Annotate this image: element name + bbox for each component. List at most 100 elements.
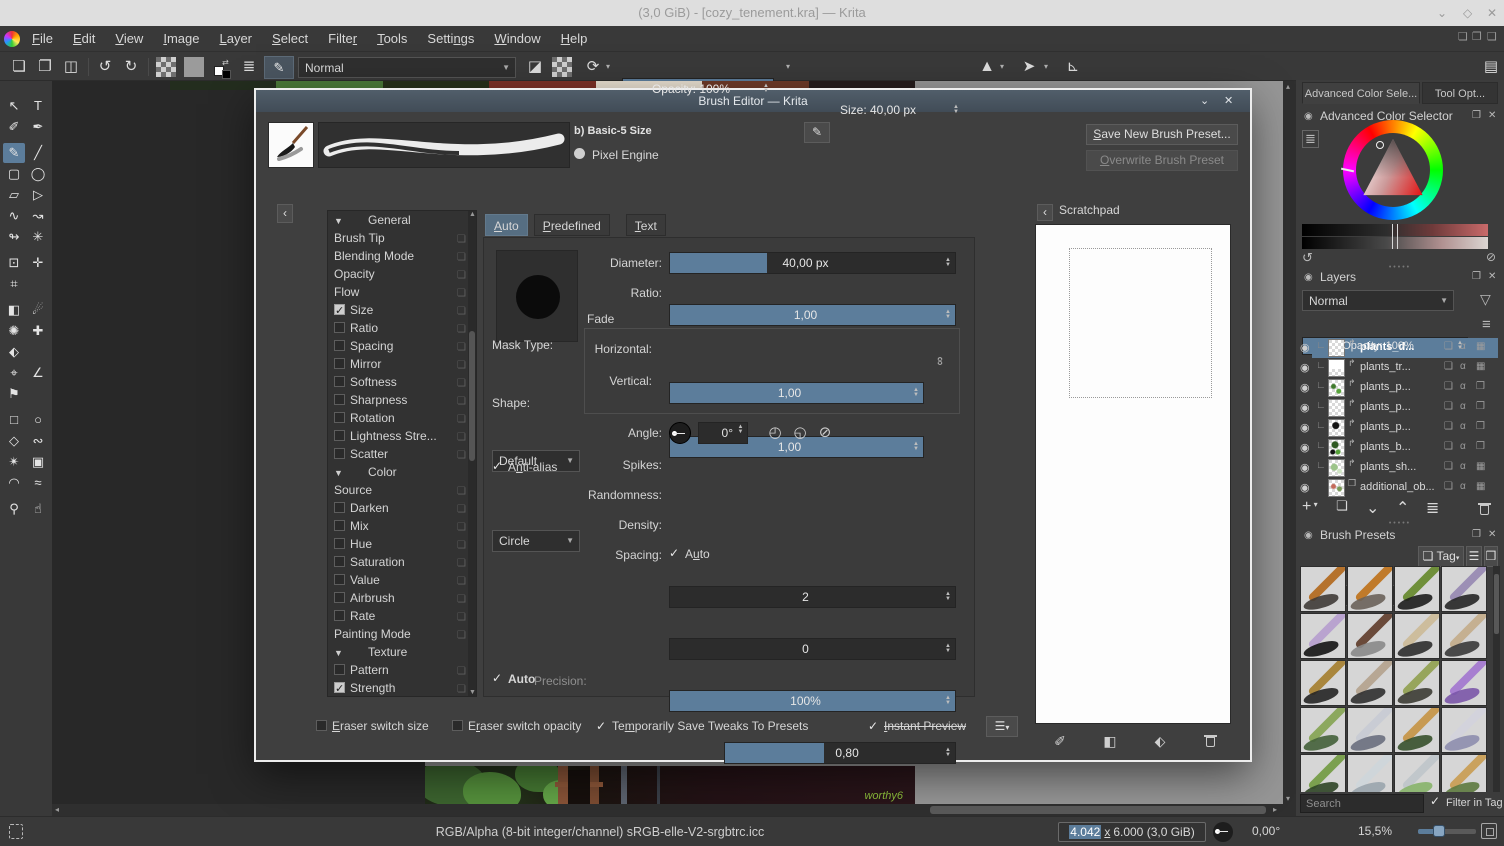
vertical-scrollbar[interactable]: ▴ ▾ xyxy=(1283,81,1296,816)
visibility-eye-icon[interactable]: ◉ xyxy=(1300,361,1310,374)
spinner-arrows-icon[interactable]: ▲ ▼ xyxy=(942,253,954,273)
close-docker-icon[interactable]: ✕ xyxy=(1488,110,1496,121)
zoom-tool[interactable]: ⚲ xyxy=(3,499,25,519)
presets-scrollbar[interactable] xyxy=(1493,566,1500,792)
eraser-switch-opacity-checkbox[interactable]: Eraser switch opacity xyxy=(452,718,581,734)
ellipse-tool[interactable]: ◯ xyxy=(27,164,49,184)
gradient-chooser-icon[interactable] xyxy=(156,57,176,77)
brush-preset-thumbnail[interactable] xyxy=(1347,566,1393,612)
alpha-lock-icon[interactable]: α xyxy=(1460,461,1466,472)
brush-preset-thumbnail[interactable] xyxy=(1394,613,1440,659)
inherit-alpha-icon[interactable]: ❒ xyxy=(1476,441,1485,452)
filter-in-tag-checkbox[interactable]: Filter in Tag xyxy=(1430,794,1503,809)
menu-file[interactable]: File xyxy=(22,26,63,52)
spinner-arrows-icon[interactable]: ▲ ▼ xyxy=(910,383,922,403)
calligraphy-tool[interactable]: ✒ xyxy=(27,117,49,137)
options-scrollbar[interactable]: ▲ ▼ xyxy=(468,211,476,696)
brush-option-airbrush[interactable]: Airbrush ❏ xyxy=(328,589,476,607)
alpha-lock-icon[interactable]: α xyxy=(1460,481,1466,492)
layer-lock-icon[interactable]: ❏ xyxy=(1444,361,1453,372)
tag-button[interactable]: ❏ Tag▾ xyxy=(1418,546,1464,567)
brush-option-opacity[interactable]: Opacity ❏ xyxy=(328,265,476,283)
brush-preset-thumbnail[interactable] xyxy=(1347,660,1393,706)
inherit-alpha-icon[interactable]: ▦ xyxy=(1476,341,1485,352)
spinner-arrows-icon[interactable]: ▲ ▼ xyxy=(942,305,954,325)
layer-row[interactable]: ◉ ∟ ↱ plants_sh... ❏ α ▦ xyxy=(1300,458,1500,478)
docker-lock-icon[interactable]: ◉ xyxy=(1304,530,1313,541)
alpha-lock-icon[interactable]: α xyxy=(1460,381,1466,392)
close-docker-icon[interactable]: ✕ xyxy=(1488,271,1496,282)
gradient-tool[interactable]: ◧ xyxy=(3,300,25,320)
redo-icon[interactable]: ↻ xyxy=(120,58,142,76)
layer-row[interactable]: ◉ ❒ additional_ob... ❏ α ▦ xyxy=(1300,478,1500,498)
brush-preset-thumbnail[interactable] xyxy=(1394,754,1440,792)
brush-option-brush-tip[interactable]: Brush Tip ❏ xyxy=(328,229,476,247)
move-layer-down-button[interactable]: ⌄ xyxy=(1366,498,1379,518)
layer-lock-icon[interactable]: ❏ xyxy=(1444,481,1453,492)
menu-help[interactable]: Help xyxy=(551,26,598,52)
brush-option-scatter[interactable]: Scatter ❏ xyxy=(328,445,476,463)
brush-preset-thumbnail[interactable] xyxy=(1441,754,1487,792)
layer-blend-mode-combo[interactable]: Normal ▼ xyxy=(1302,290,1454,311)
layer-row[interactable]: ◉ ∟ ↱ plants_b... ❏ α ❒ xyxy=(1300,438,1500,458)
similar-select-tool[interactable]: ▣ xyxy=(27,452,49,472)
triangle-down-icon[interactable]: ▼ xyxy=(334,644,348,662)
blocked-icon[interactable]: ⊘ xyxy=(1486,250,1496,264)
brush-preset-thumbnail[interactable] xyxy=(1394,707,1440,753)
ellipse-select-tool[interactable]: ○ xyxy=(27,410,49,430)
eraser-switch-size-checkbox[interactable]: Eraser switch size xyxy=(316,718,429,734)
window-close-icon[interactable]: ✕ xyxy=(1487,0,1497,26)
rectangle-tool[interactable]: ▢ xyxy=(3,164,25,184)
menu-layer[interactable]: Layer xyxy=(209,26,262,52)
inherit-alpha-icon[interactable]: ▦ xyxy=(1476,361,1485,372)
spinner-arrows-icon[interactable]: ▲ ▼ xyxy=(942,587,954,607)
visibility-eye-icon[interactable]: ◉ xyxy=(1300,461,1310,474)
checkbox-icon[interactable] xyxy=(334,394,345,405)
brush-option-hue[interactable]: Hue ❏ xyxy=(328,535,476,553)
checkbox-icon[interactable] xyxy=(334,412,345,423)
mirror-horizontal-icon[interactable]: ▲ xyxy=(976,58,998,76)
brush-preset-thumbnail[interactable] xyxy=(1441,660,1487,706)
fade-vertical-slider[interactable]: 1,00 ▲ ▼ xyxy=(669,436,924,458)
brush-preset-thumbnail[interactable] xyxy=(1300,566,1346,612)
search-input[interactable] xyxy=(1300,794,1424,813)
inherit-alpha-icon[interactable]: ▦ xyxy=(1476,481,1485,492)
scroll-up-icon[interactable]: ▴ xyxy=(1286,81,1290,93)
brush-editor-toggle-button[interactable]: ✎ xyxy=(264,56,294,79)
spacing-auto-checkbox[interactable]: Auto xyxy=(669,546,710,561)
chevron-down-icon[interactable]: ▾ xyxy=(606,62,610,71)
inherit-alpha-icon[interactable]: ❒ xyxy=(1476,421,1485,432)
pan-tool[interactable]: ☝ xyxy=(27,499,49,519)
rect-select-tool[interactable]: □ xyxy=(3,410,25,430)
spikes-slider[interactable]: 2 ▲ ▼ xyxy=(669,586,956,608)
blending-mode-combo[interactable]: Normal ▼ xyxy=(298,57,516,78)
layer-lock-icon[interactable]: ❏ xyxy=(1444,381,1453,392)
line-tool[interactable]: ╱ xyxy=(27,143,49,163)
checkbox-icon[interactable] xyxy=(334,664,345,675)
visibility-eye-icon[interactable]: ◉ xyxy=(1300,401,1310,414)
tab-text[interactable]: Text xyxy=(625,214,666,236)
layer-lock-icon[interactable]: ❏ xyxy=(1444,461,1453,472)
dock-splitter[interactable]: ••••• xyxy=(1296,520,1504,527)
tab-tool-options[interactable]: Tool Opt... xyxy=(1422,82,1498,104)
mirror-vertical-icon[interactable]: ➤ xyxy=(1018,58,1040,76)
fade-horizontal-slider[interactable]: 1,00 ▲ ▼ xyxy=(669,382,924,404)
layer-row[interactable]: ◉ ∟ ↱ plants_p... ❏ α ❒ xyxy=(1300,418,1500,438)
rename-preset-button[interactable]: ✎ xyxy=(804,122,830,143)
float-docker-icon[interactable]: ❐ xyxy=(1472,529,1481,540)
preserve-alpha-icon[interactable] xyxy=(552,57,572,77)
scratchpad-gradient-icon[interactable]: ◧ xyxy=(1101,732,1119,750)
visibility-eye-icon[interactable]: ◉ xyxy=(1300,381,1310,394)
menu-tools[interactable]: Tools xyxy=(367,26,417,52)
overwrite-preset-button[interactable]: Overwrite Brush Preset xyxy=(1086,150,1238,171)
canvas-rotation-dial[interactable] xyxy=(1213,822,1233,842)
spinner-arrows-icon[interactable]: ▲ ▼ xyxy=(950,100,962,119)
hue-ring[interactable] xyxy=(1340,120,1443,220)
menu-window[interactable]: Window xyxy=(484,26,550,52)
selector-settings-icon[interactable]: ≣ xyxy=(1302,130,1319,148)
chevron-down-icon[interactable]: ▾ xyxy=(786,62,790,71)
bezier-select-tool[interactable]: ◠ xyxy=(3,473,25,493)
scrollbar-handle[interactable] xyxy=(469,331,475,461)
save-tweaks-checkbox[interactable]: Temporarily Save Tweaks To Presets xyxy=(596,718,808,734)
tab-auto[interactable]: Auto xyxy=(485,214,528,236)
